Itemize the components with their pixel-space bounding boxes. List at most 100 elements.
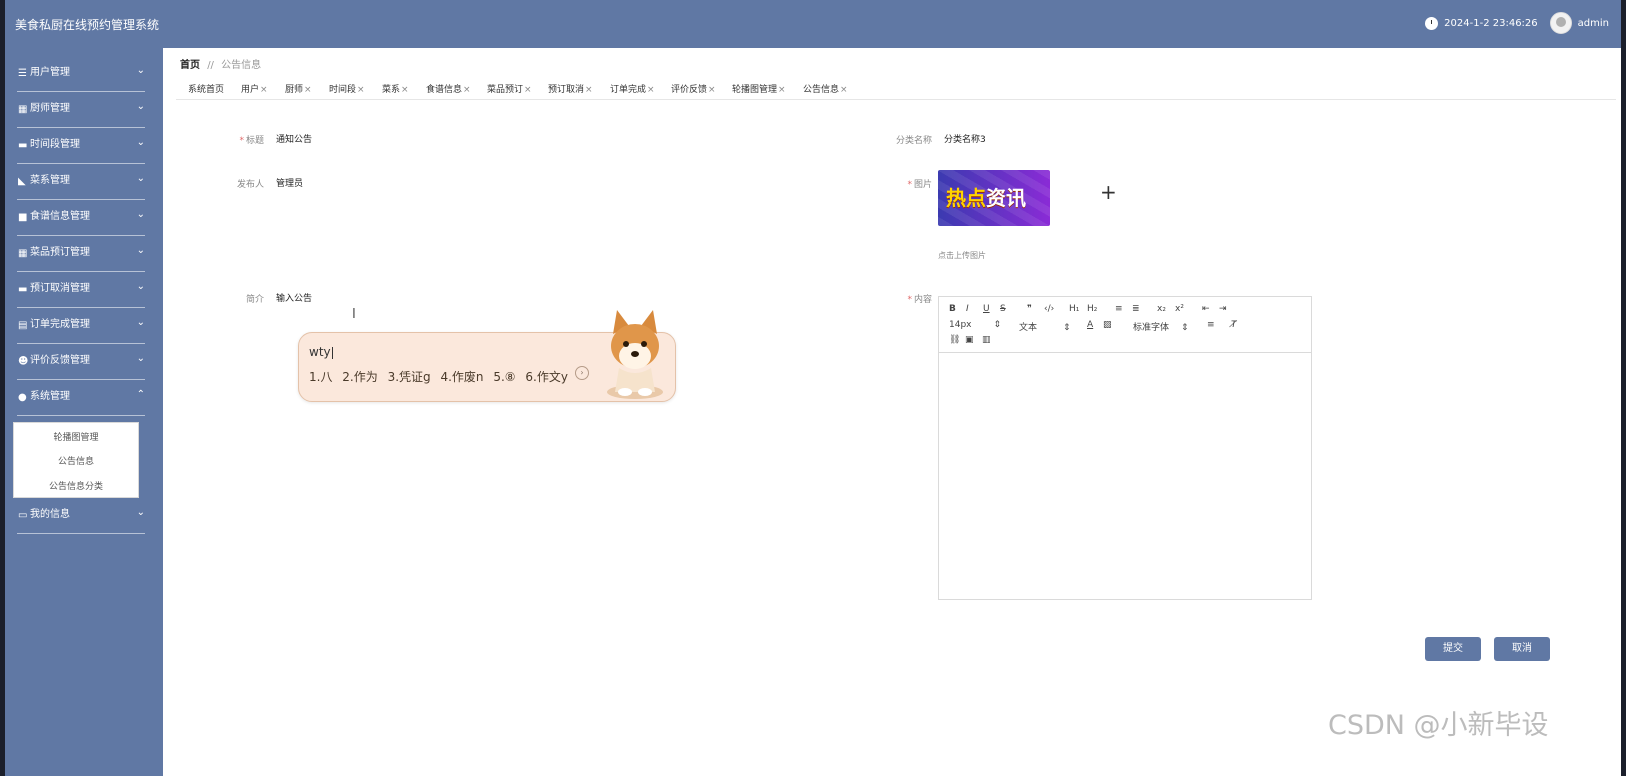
chevron-down-icon: ⌄ bbox=[136, 209, 145, 220]
chevron-down-icon: ⌄ bbox=[136, 245, 145, 256]
subscript-button[interactable]: x₂ bbox=[1157, 304, 1166, 314]
close-icon[interactable]: × bbox=[401, 85, 409, 95]
grid-icon: ▦ bbox=[18, 248, 28, 259]
rich-text-editor: B I U S ❞ ‹/› H₁ H₂ ≡ ≣ x₂ x² ⇤ ⇥ 14px ⇕ … bbox=[938, 296, 1312, 600]
strike-button[interactable]: S bbox=[1000, 304, 1006, 314]
ime-candidate[interactable]: 5.⑧ bbox=[493, 370, 515, 384]
background-color-button[interactable]: ▨ bbox=[1103, 320, 1112, 330]
tab-home[interactable]: 系统首页 bbox=[188, 82, 224, 95]
tab-booking[interactable]: 菜品预订× bbox=[487, 82, 532, 95]
superscript-button[interactable]: x² bbox=[1175, 304, 1184, 314]
submenu-item-carousel[interactable]: 轮播图管理 bbox=[14, 430, 138, 443]
tab-order[interactable]: 订单完成× bbox=[610, 82, 655, 95]
close-icon[interactable]: × bbox=[840, 85, 848, 95]
tab-user[interactable]: 用户× bbox=[241, 82, 268, 95]
sidebar-item-order[interactable]: ▤ 订单完成管理 ⌄ bbox=[5, 307, 163, 344]
sidebar-item-user[interactable]: ☰ 用户管理 ⌄ bbox=[5, 55, 163, 92]
tab-cancel[interactable]: 预订取消× bbox=[548, 82, 593, 95]
block-format-select[interactable]: 文本 ⇕ bbox=[1019, 320, 1071, 333]
close-icon[interactable]: × bbox=[585, 85, 593, 95]
sidebar-item-recipe[interactable]: ■ 食谱信息管理 ⌄ bbox=[5, 199, 163, 236]
breadcrumb: 首页 // 公告信息 bbox=[180, 56, 261, 71]
square-icon: ■ bbox=[18, 212, 28, 223]
ime-candidate[interactable]: 6.作文y bbox=[525, 370, 568, 384]
avatar[interactable] bbox=[1549, 12, 1572, 34]
ime-candidate[interactable]: 3.凭证g bbox=[388, 370, 431, 384]
chevron-down-icon: ⌄ bbox=[136, 317, 145, 328]
clear-format-button[interactable]: T̸ bbox=[1231, 320, 1237, 330]
ime-candidate[interactable]: 1.八 bbox=[309, 370, 332, 384]
sliders-icon: ☰ bbox=[18, 68, 27, 79]
image-icon[interactable]: ▣ bbox=[965, 335, 974, 345]
sidebar-item-timeslot[interactable]: ▬ 时间段管理 ⌄ bbox=[5, 127, 163, 164]
sidebar-item-cancel[interactable]: ▬ 预订取消管理 ⌄ bbox=[5, 271, 163, 308]
category-select[interactable]: 分类名称3 bbox=[944, 132, 986, 145]
app-title: 美食私厨在线预约管理系统 bbox=[15, 18, 160, 32]
align-button[interactable]: ≡ bbox=[1207, 320, 1215, 330]
editor-content-area[interactable] bbox=[939, 353, 1311, 598]
bullet-list-button[interactable]: ≣ bbox=[1132, 304, 1140, 314]
header2-button[interactable]: H₂ bbox=[1087, 304, 1097, 314]
submit-button[interactable]: 提交 bbox=[1425, 637, 1481, 661]
uploaded-image[interactable]: 热点资讯 bbox=[938, 170, 1050, 226]
shiba-dog-image bbox=[607, 310, 663, 399]
summary-input[interactable]: 输入公告 bbox=[276, 291, 312, 304]
underline-button[interactable]: U bbox=[983, 304, 990, 314]
tab-cuisine[interactable]: 菜系× bbox=[382, 82, 409, 95]
ime-candidate[interactable]: 4.作废n bbox=[440, 370, 483, 384]
tab-timeslot[interactable]: 时间段× bbox=[329, 82, 365, 95]
image-thumb-text: 热点 bbox=[946, 186, 986, 210]
tab-chef[interactable]: 厨师× bbox=[285, 82, 312, 95]
text-color-button[interactable]: A bbox=[1087, 320, 1093, 330]
upload-plus-icon[interactable]: + bbox=[1100, 182, 1120, 202]
close-icon[interactable]: × bbox=[304, 85, 312, 95]
sidebar-item-profile[interactable]: ▭ 我的信息 ⌄ bbox=[5, 497, 163, 534]
tab-recipe[interactable]: 食谱信息× bbox=[426, 82, 471, 95]
close-icon[interactable]: × bbox=[260, 85, 268, 95]
publisher-label: 发布人 bbox=[236, 180, 264, 190]
ordered-list-button[interactable]: ≡ bbox=[1115, 304, 1123, 314]
font-family-select[interactable]: 标准字体 ⇕ bbox=[1133, 320, 1189, 333]
close-icon[interactable]: × bbox=[778, 85, 786, 95]
publisher-input[interactable]: 管理员 bbox=[276, 176, 303, 189]
sidebar-item-label: 评价反馈管理 bbox=[30, 355, 90, 366]
sidebar-item-system[interactable]: ● 系统管理 ⌃ bbox=[5, 379, 163, 416]
tab-feedback[interactable]: 评价反馈× bbox=[671, 82, 716, 95]
submenu-item-notice-category[interactable]: 公告信息分类 bbox=[14, 479, 138, 492]
sidebar-item-label: 菜系管理 bbox=[30, 175, 70, 186]
breadcrumb-home[interactable]: 首页 bbox=[180, 60, 200, 71]
sidebar-item-chef[interactable]: ▦ 厨师管理 ⌄ bbox=[5, 91, 163, 128]
indent-button[interactable]: ⇥ bbox=[1219, 304, 1227, 314]
tab-carousel[interactable]: 轮播图管理× bbox=[732, 82, 786, 95]
sidebar-item-feedback[interactable]: ☻ 评价反馈管理 ⌄ bbox=[5, 343, 163, 380]
cancel-button[interactable]: 取消 bbox=[1494, 637, 1550, 661]
outdent-button[interactable]: ⇤ bbox=[1202, 304, 1210, 314]
chevron-down-icon: ⌄ bbox=[136, 353, 145, 364]
breadcrumb-current: 公告信息 bbox=[221, 60, 262, 71]
italic-button[interactable]: I bbox=[966, 304, 969, 314]
close-icon[interactable]: × bbox=[463, 85, 471, 95]
close-icon[interactable]: × bbox=[524, 85, 532, 95]
submenu-item-notice[interactable]: 公告信息 bbox=[14, 454, 138, 467]
username[interactable]: admin bbox=[1578, 18, 1609, 29]
sidebar-item-label: 订单完成管理 bbox=[30, 319, 90, 330]
close-icon[interactable]: × bbox=[647, 85, 655, 95]
ime-candidate[interactable]: 2.作为 bbox=[342, 370, 377, 384]
ime-next-page-icon[interactable]: › bbox=[575, 366, 589, 380]
font-size-select[interactable]: 14px ⇕ bbox=[949, 320, 1001, 330]
close-icon[interactable]: × bbox=[357, 85, 365, 95]
datetime: 2024-1-2 23:46:26 bbox=[1444, 17, 1538, 29]
close-icon[interactable]: × bbox=[708, 85, 716, 95]
tab-notice[interactable]: 公告信息× bbox=[803, 82, 848, 95]
video-icon[interactable]: ▥ bbox=[982, 335, 991, 345]
title-input[interactable]: 通知公告 bbox=[276, 132, 312, 145]
category-label: 分类名称 bbox=[895, 136, 932, 146]
sidebar-item-booking[interactable]: ▦ 菜品预订管理 ⌄ bbox=[5, 235, 163, 272]
code-block-button[interactable]: ‹/› bbox=[1044, 304, 1054, 314]
bold-button[interactable]: B bbox=[949, 304, 956, 314]
editor-toolbar: B I U S ❞ ‹/› H₁ H₂ ≡ ≣ x₂ x² ⇤ ⇥ 14px ⇕ … bbox=[939, 297, 1311, 353]
link-icon[interactable]: ⛓ bbox=[949, 335, 960, 345]
sidebar-item-cuisine[interactable]: ◣ 菜系管理 ⌄ bbox=[5, 163, 163, 200]
header1-button[interactable]: H₁ bbox=[1069, 304, 1079, 314]
blockquote-button[interactable]: ❞ bbox=[1027, 304, 1032, 314]
